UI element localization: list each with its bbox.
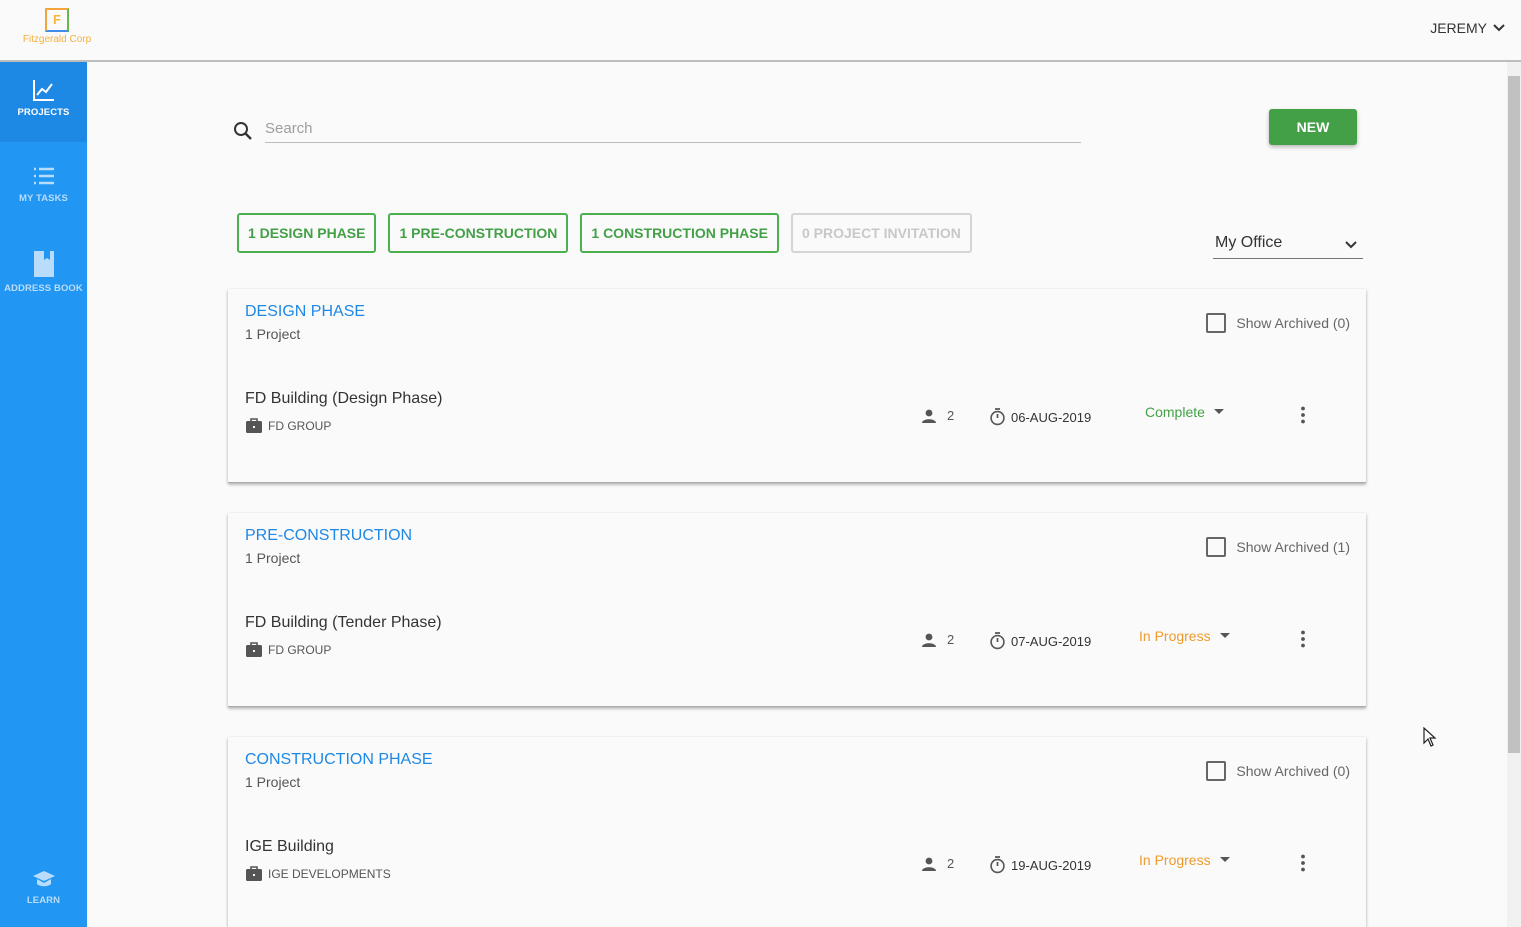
stopwatch-icon xyxy=(990,856,1005,874)
project-date-value: 06-AUG-2019 xyxy=(1011,409,1092,425)
filter-design-phase[interactable]: 1 DESIGN PHASE xyxy=(237,213,377,253)
company-name: Fitzgerald Corp xyxy=(22,34,92,45)
sidebar-item-projects[interactable]: PROJECTS xyxy=(0,62,87,142)
graduation-cap-icon xyxy=(32,871,55,887)
project-status-value: Complete xyxy=(1145,404,1205,420)
more-options-button[interactable] xyxy=(1296,854,1310,874)
user-name: JEREMY xyxy=(1430,20,1487,36)
briefcase-icon xyxy=(246,642,262,657)
search-icon xyxy=(234,122,252,140)
project-company-name: FD GROUP xyxy=(268,419,332,433)
office-select-value: My Office xyxy=(1215,234,1283,251)
stopwatch-icon xyxy=(990,408,1005,426)
show-archived-label: Show Archived (0) xyxy=(1236,315,1350,331)
section-project-count: 1 Project xyxy=(245,550,301,566)
more-options-button[interactable] xyxy=(1296,630,1310,650)
briefcase-icon xyxy=(246,418,262,433)
show-archived-label: Show Archived (0) xyxy=(1236,763,1350,779)
logo-mark-icon: F xyxy=(45,8,69,32)
project-name[interactable]: IGE Building xyxy=(245,838,334,856)
sidebar-label-projects: PROJECTS xyxy=(17,107,70,118)
show-archived-checkbox[interactable] xyxy=(1206,761,1227,781)
section-project-count: 1 Project xyxy=(245,774,301,790)
section-design-phase: DESIGN PHASE 1 Project Show Archived (0)… xyxy=(228,289,1366,483)
project-members[interactable]: 2 xyxy=(921,632,954,647)
project-status-value: In Progress xyxy=(1139,852,1211,868)
more-options-button[interactable] xyxy=(1296,406,1310,426)
section-construction-phase: CONSTRUCTION PHASE 1 Project Show Archiv… xyxy=(228,737,1366,927)
stopwatch-icon xyxy=(990,632,1005,650)
project-name[interactable]: FD Building (Design Phase) xyxy=(245,390,442,408)
show-archived-toggle[interactable]: Show Archived (1) xyxy=(1206,537,1350,557)
filter-project-invitation[interactable]: 0 PROJECT INVITATION xyxy=(790,213,972,253)
search-bar xyxy=(233,115,1081,143)
more-vertical-icon xyxy=(1301,854,1305,872)
project-company-name: FD GROUP xyxy=(268,643,332,657)
show-archived-toggle[interactable]: Show Archived (0) xyxy=(1206,761,1350,781)
project-date: 06-AUG-2019 xyxy=(989,408,1091,426)
person-icon xyxy=(922,857,936,871)
scrollbar-thumb[interactable] xyxy=(1508,76,1520,753)
book-icon xyxy=(33,251,54,277)
project-status-select[interactable]: In Progress xyxy=(1139,852,1230,868)
project-members[interactable]: 2 xyxy=(921,408,954,423)
sidebar-label-address-book: ADDRESS BOOK xyxy=(4,283,83,294)
office-select[interactable]: My Office xyxy=(1213,234,1363,259)
project-member-count: 2 xyxy=(947,632,955,647)
sidebar-label-learn: LEARN xyxy=(26,895,61,906)
caret-down-icon xyxy=(1219,857,1230,862)
caret-down-icon xyxy=(1213,409,1224,414)
scrollbar[interactable] xyxy=(1507,62,1521,927)
project-company-name: IGE DEVELOPMENTS xyxy=(268,867,391,881)
person-icon xyxy=(922,633,936,647)
project-name[interactable]: FD Building (Tender Phase) xyxy=(245,614,442,632)
section-title[interactable]: DESIGN PHASE xyxy=(245,303,365,321)
sidebar: PROJECTS MY TASKS ADDRESS BOOK LEARN xyxy=(0,62,87,927)
person-icon xyxy=(922,409,936,423)
project-status-select[interactable]: In Progress xyxy=(1139,628,1230,644)
more-vertical-icon xyxy=(1301,630,1305,648)
top-bar: F Fitzgerald Corp JEREMY xyxy=(0,0,1521,62)
filter-pre-construction[interactable]: 1 PRE-CONSTRUCTION xyxy=(388,213,569,253)
list-icon xyxy=(33,167,54,185)
project-date-value: 07-AUG-2019 xyxy=(1011,633,1092,649)
project-status-value: In Progress xyxy=(1139,628,1211,644)
project-company: IGE DEVELOPMENTS xyxy=(245,866,391,882)
show-archived-checkbox[interactable] xyxy=(1206,313,1227,333)
new-project-button[interactable]: NEW xyxy=(1269,109,1357,145)
section-title[interactable]: PRE-CONSTRUCTION xyxy=(245,527,412,545)
project-date: 07-AUG-2019 xyxy=(989,632,1091,650)
show-archived-toggle[interactable]: Show Archived (0) xyxy=(1206,313,1350,333)
company-logo[interactable]: F Fitzgerald Corp xyxy=(18,8,96,45)
mouse-cursor-icon xyxy=(1423,727,1437,747)
chart-line-icon xyxy=(32,80,54,101)
sidebar-label-my-tasks: MY TASKS xyxy=(18,193,68,204)
search-input[interactable] xyxy=(265,115,1081,143)
sidebar-item-my-tasks[interactable]: MY TASKS xyxy=(0,148,87,228)
section-pre-construction: PRE-CONSTRUCTION 1 Project Show Archived… xyxy=(228,513,1366,707)
caret-down-icon xyxy=(1219,633,1230,638)
show-archived-checkbox[interactable] xyxy=(1206,537,1227,557)
briefcase-icon xyxy=(246,866,262,881)
chevron-down-icon xyxy=(1345,241,1357,249)
project-member-count: 2 xyxy=(947,856,955,871)
sidebar-item-learn[interactable]: LEARN xyxy=(0,852,87,927)
project-company: FD GROUP xyxy=(245,418,331,434)
filter-construction-phase[interactable]: 1 CONSTRUCTION PHASE xyxy=(580,213,779,253)
project-members[interactable]: 2 xyxy=(921,856,954,871)
section-title[interactable]: CONSTRUCTION PHASE xyxy=(245,751,433,769)
section-project-count: 1 Project xyxy=(245,326,301,342)
user-menu[interactable]: JEREMY xyxy=(1430,20,1505,36)
chevron-down-icon xyxy=(1493,24,1505,32)
show-archived-label: Show Archived (1) xyxy=(1236,539,1350,555)
project-date-value: 19-AUG-2019 xyxy=(1011,857,1092,873)
project-date: 19-AUG-2019 xyxy=(989,856,1091,874)
phase-filter-bar: 1 DESIGN PHASE 1 PRE-CONSTRUCTION 1 CONS… xyxy=(237,213,972,253)
project-status-select[interactable]: Complete xyxy=(1145,404,1224,420)
project-member-count: 2 xyxy=(947,408,955,423)
project-company: FD GROUP xyxy=(245,642,331,658)
sidebar-item-address-book[interactable]: ADDRESS BOOK xyxy=(0,234,87,314)
more-vertical-icon xyxy=(1301,406,1305,424)
